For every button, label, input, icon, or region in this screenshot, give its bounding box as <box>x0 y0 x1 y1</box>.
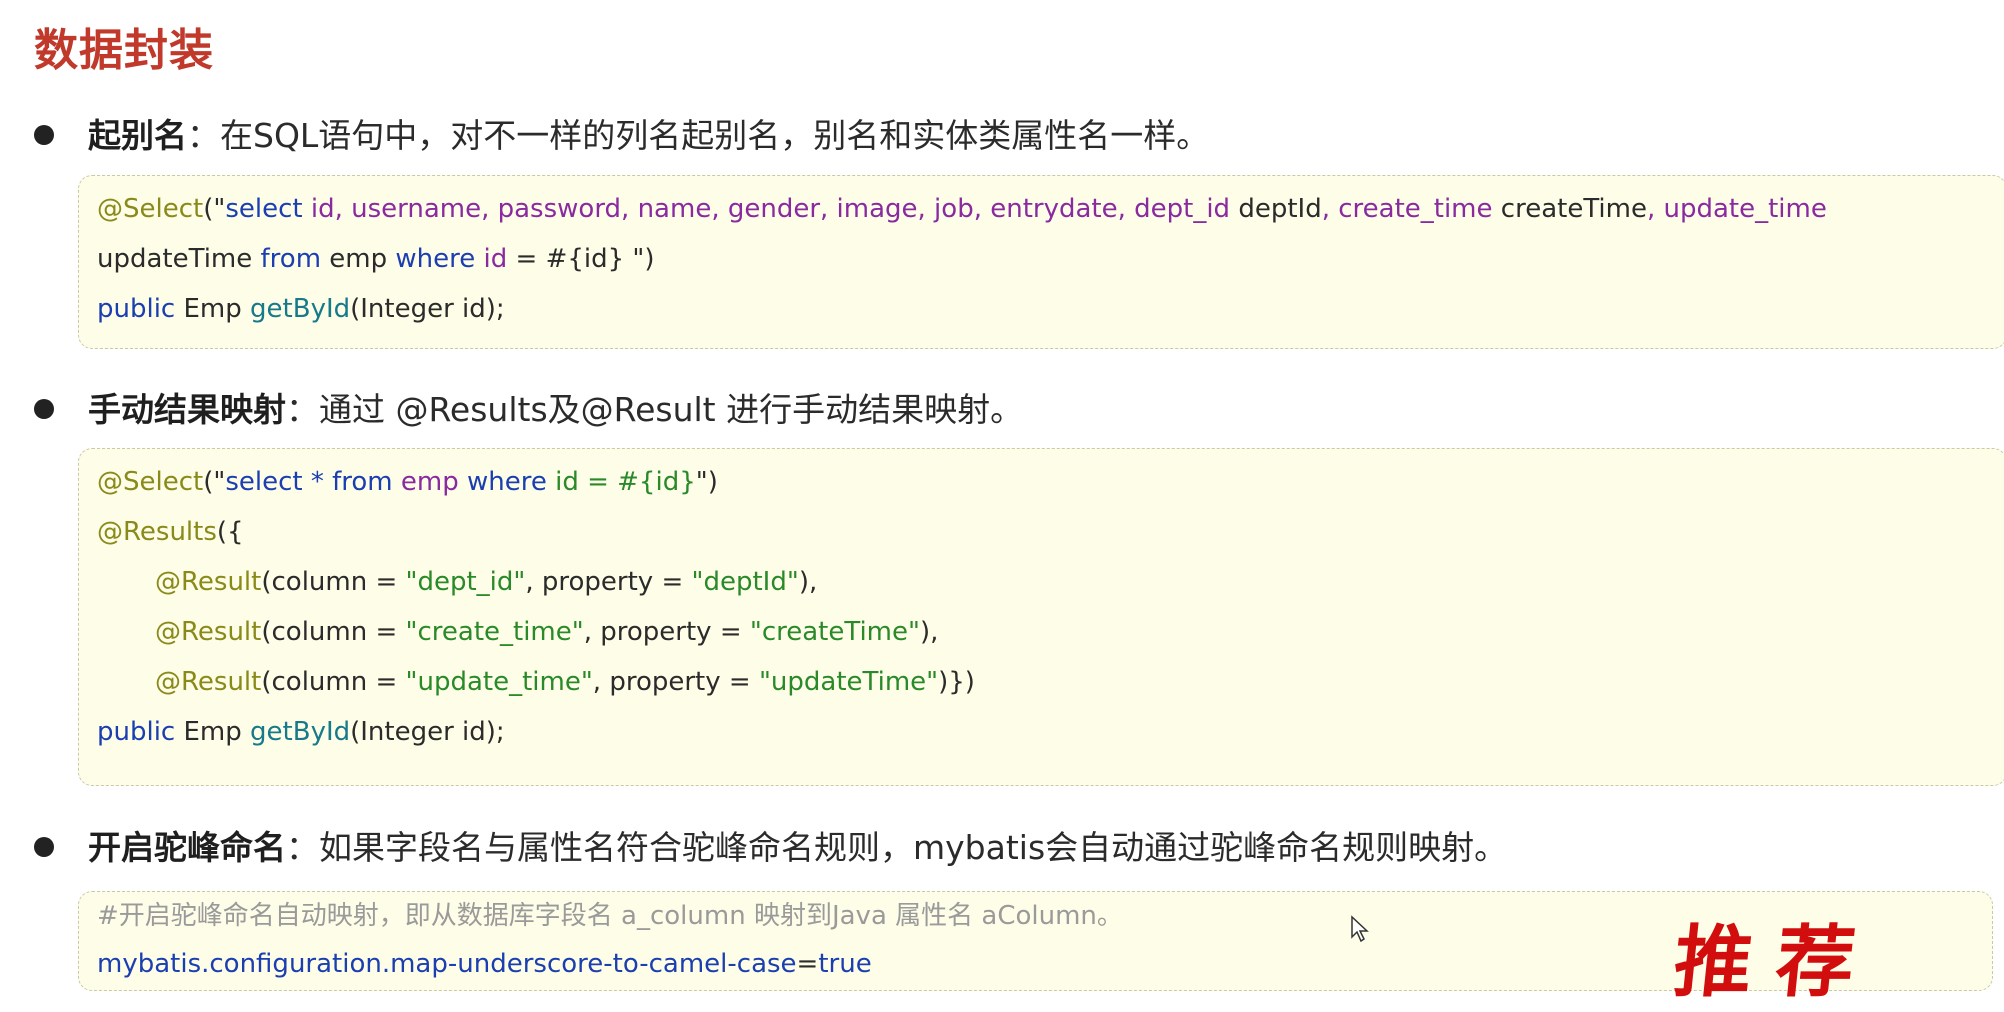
string-literal: "create_time" <box>405 617 584 647</box>
section-desc: 如果字段名与属性名符合驼峰命名规则，mybatis会自动通过驼峰命名规则映射。 <box>319 828 1508 867</box>
sql-alias: deptId <box>1230 194 1322 224</box>
annotation-select: @Select <box>97 194 204 224</box>
string-literal: "update_time" <box>405 667 593 697</box>
page-title: 数据封装 <box>34 25 214 76</box>
annotation-results: @Results <box>97 517 217 547</box>
code-block-manual-mapping: @Select("select * from emp where id = #{… <box>78 448 2004 786</box>
code-token: (column = <box>261 667 406 697</box>
code-token: ), <box>919 617 939 647</box>
java-type: Emp <box>175 294 251 324</box>
bullet-camel-case: 开启驼峰命名：如果字段名与属性名符合驼峰命名规则，mybatis会自动通过驼峰命… <box>34 826 1507 870</box>
code-token: ") <box>695 467 718 497</box>
code-token: , property = <box>525 567 692 597</box>
string-literal: "updateTime" <box>758 667 939 697</box>
code-line: public Emp getById(Integer id); <box>97 707 1988 757</box>
code-line: @Result(column = "create_time", property… <box>97 607 1988 657</box>
java-type: Emp <box>175 717 251 747</box>
code-token: , property = <box>592 667 759 697</box>
code-block-alias: @Select("select id, username, password, … <box>78 175 2004 349</box>
sql-column: id <box>475 244 508 274</box>
code-line: @Select("select * from emp where id = #{… <box>97 457 1988 507</box>
config-value: true <box>818 949 872 979</box>
annotation-select: @Select <box>97 467 204 497</box>
code-token: = #{id} ") <box>507 244 655 274</box>
code-token: , property = <box>583 617 750 647</box>
sql-table: emp <box>392 467 467 497</box>
bullet-dot <box>34 124 54 145</box>
sql-column: create_time <box>1338 194 1493 224</box>
annotation-result: @Result <box>155 617 262 647</box>
section-heading: 手动结果映射 <box>88 390 286 429</box>
annotation-result: @Result <box>155 667 262 697</box>
bullet-alias: 起别名：在SQL语句中，对不一样的列名起别名，别名和实体类属性名一样。 <box>34 114 1209 158</box>
sql-table: emp <box>321 244 396 274</box>
code-token: ({ <box>216 517 244 547</box>
mouse-cursor-icon <box>1351 915 1369 943</box>
string-literal: "dept_id" <box>405 567 526 597</box>
sql-keyword: select <box>225 194 311 224</box>
annotation-result: @Result <box>155 567 262 597</box>
bullet-dot <box>34 836 54 857</box>
code-line: @Results({ <box>97 507 1988 557</box>
sql-column: update_time <box>1663 194 1827 224</box>
sql-keyword: select * <box>225 467 333 497</box>
section-desc: 通过 @Results及@Result 进行手动结果映射。 <box>319 390 1024 429</box>
config-key: mybatis.configuration.map-underscore-to-… <box>97 949 797 979</box>
code-line: @Result(column = "dept_id", property = "… <box>97 557 1988 607</box>
sql-columns: id, username, password, name, gender, im… <box>310 194 1231 224</box>
code-token: )}) <box>938 667 975 697</box>
sql-alias: updateTime <box>97 244 261 274</box>
java-params: (Integer id); <box>350 717 505 747</box>
java-method: getById <box>250 717 351 747</box>
string-literal: "createTime" <box>749 617 920 647</box>
heading-colon: ： <box>286 828 319 867</box>
code-token: (" <box>203 194 226 224</box>
code-token: (" <box>203 467 226 497</box>
heading-colon: ： <box>187 116 220 155</box>
bullet-manual-mapping: 手动结果映射：通过 @Results及@Result 进行手动结果映射。 <box>34 388 1023 432</box>
code-token: (column = <box>261 617 406 647</box>
code-line: @Result(column = "update_time", property… <box>97 657 1988 707</box>
section-heading: 开启驼峰命名 <box>88 828 286 867</box>
code-token: (column = <box>261 567 406 597</box>
sql-keyword: where <box>395 244 476 274</box>
code-line: public Emp getById(Integer id); <box>97 284 1988 334</box>
java-keyword: public <box>97 294 176 324</box>
sql-keyword: from <box>260 244 322 274</box>
code-line: @Select("select id, username, password, … <box>97 184 1988 234</box>
sql-condition: id = #{id} <box>546 467 696 497</box>
code-token: ), <box>798 567 818 597</box>
section-heading: 起别名 <box>88 116 187 155</box>
code-token: , <box>1646 194 1664 224</box>
java-method: getById <box>250 294 351 324</box>
code-token: , <box>1321 194 1339 224</box>
sql-keyword: where <box>466 467 547 497</box>
java-keyword: public <box>97 717 176 747</box>
code-line: updateTime from emp where id = #{id} ") <box>97 234 1988 284</box>
sql-keyword: from <box>332 467 393 497</box>
recommend-stamp: 推荐 <box>1669 917 1884 1008</box>
string-literal: "deptId" <box>691 567 799 597</box>
sql-alias: createTime <box>1492 194 1647 224</box>
java-params: (Integer id); <box>350 294 505 324</box>
code-token: = <box>796 949 819 979</box>
heading-colon: ： <box>286 390 319 429</box>
bullet-dot <box>34 398 54 419</box>
section-desc: 在SQL语句中，对不一样的列名起别名，别名和实体类属性名一样。 <box>220 116 1210 155</box>
